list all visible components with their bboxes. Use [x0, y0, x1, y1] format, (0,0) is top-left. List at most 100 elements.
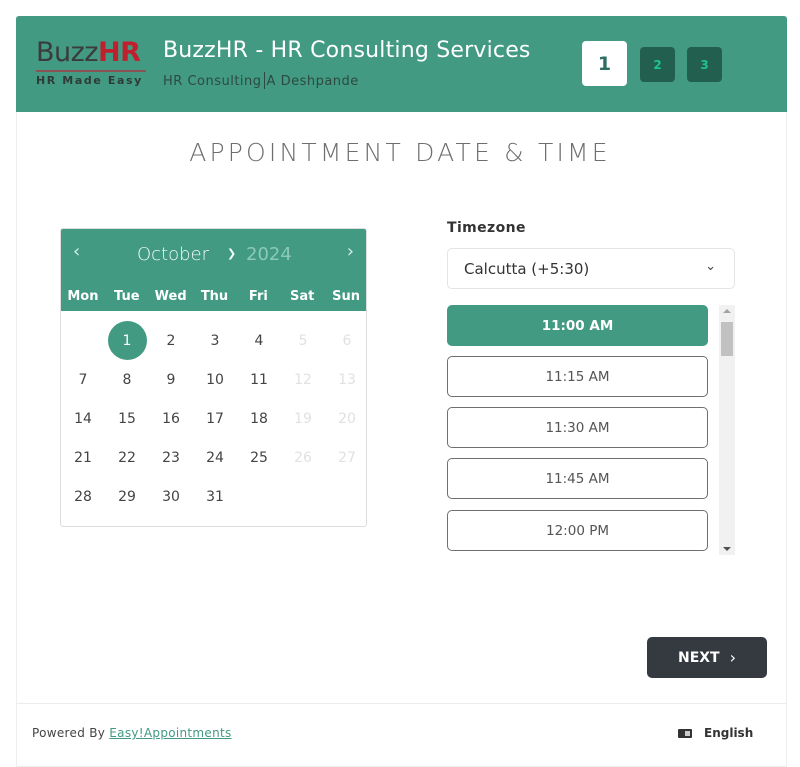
calendar-day-number: 12 [294, 371, 312, 388]
easyappointments-link[interactable]: Easy!Appointments [109, 726, 231, 740]
timezone-value: Calcutta (+5:30) [464, 260, 590, 278]
calendar-day-number: 25 [250, 449, 268, 466]
calendar-day-number: 20 [338, 410, 356, 427]
weekday-label: Fri [248, 289, 268, 304]
step-2[interactable]: 2 [640, 47, 675, 82]
step-1[interactable]: 1 [582, 41, 627, 86]
calendar-day[interactable]: 25 [237, 438, 281, 477]
calendar-day[interactable]: 23 [149, 438, 193, 477]
next-month-icon[interactable]: › [347, 241, 354, 262]
calendar-day-number: 24 [206, 449, 224, 466]
calendar-day[interactable]: 11 [237, 360, 281, 399]
time-slot-list: 11:00 AM 11:15 AM 11:30 AM 11:45 AM 12:0… [447, 305, 735, 555]
timezone-label: Timezone [447, 220, 526, 236]
calendar-day-number: 5 [298, 332, 308, 349]
calendar-day[interactable]: 14 [61, 399, 105, 438]
calendar-day: 26 [281, 438, 325, 477]
calendar-day-number: 18 [250, 410, 268, 427]
calendar-day-number: 7 [78, 371, 88, 388]
calendar-day-number: 11 [250, 371, 268, 388]
calendar-day-number: 4 [254, 332, 264, 349]
month-select[interactable]: October [137, 244, 209, 265]
calendar-day[interactable]: 24 [193, 438, 237, 477]
powered-by: Powered By Easy!Appointments [32, 726, 232, 740]
calendar-day-number: 22 [118, 449, 136, 466]
calendar-day-number: 30 [162, 488, 180, 505]
logo-hr: HR [97, 37, 141, 68]
calendar-day-number: 16 [162, 410, 180, 427]
logo-tagline: HR Made Easy [36, 74, 143, 87]
calendar-day[interactable]: 16 [149, 399, 193, 438]
calendar-day[interactable]: 22 [105, 438, 149, 477]
weekday-label: Mon [67, 289, 99, 304]
time-slot[interactable]: 11:00 AM [447, 305, 708, 346]
calendar-day-number: 17 [206, 410, 224, 427]
chevron-down-icon: ⌄ [705, 259, 716, 274]
calendar-day-number: 19 [294, 410, 312, 427]
subtitle-provider: A Deshpande [266, 74, 359, 89]
language-label: English [704, 726, 754, 740]
weekday-row: Mon Tue Wed Thu Fri Sat Sun [61, 289, 366, 304]
time-slot-scrollbar[interactable] [719, 305, 735, 555]
calendar-day[interactable]: 30 [149, 477, 193, 516]
calendar-day[interactable]: 17 [193, 399, 237, 438]
calendar-day[interactable]: 2 [149, 321, 193, 360]
time-slot[interactable]: 11:30 AM [447, 407, 708, 448]
calendar-day[interactable]: 3 [193, 321, 237, 360]
company-title: BuzzHR - HR Consulting Services [163, 38, 531, 63]
calendar-day-number: 2 [166, 332, 176, 349]
date-picker: ‹ October ❯ 2024 › Mon Tue Wed Thu Fri S… [60, 228, 367, 527]
time-slot[interactable]: 12:00 PM [447, 510, 708, 551]
step-3[interactable]: 3 [687, 47, 722, 82]
time-slot[interactable]: 11:15 AM [447, 356, 708, 397]
weekday-label: Thu [200, 289, 229, 304]
timezone-select[interactable]: Calcutta (+5:30) ⌄ [447, 248, 735, 289]
logo-rule [36, 70, 146, 72]
prev-month-icon[interactable]: ‹ [73, 241, 80, 262]
calendar-day-number: 6 [342, 332, 352, 349]
next-button[interactable]: NEXT › [647, 637, 767, 678]
calendar-day-number: 21 [74, 449, 92, 466]
calendar-day-number: 15 [118, 410, 136, 427]
calendar-day-number: 8 [122, 371, 132, 388]
calendar-day[interactable]: 28 [61, 477, 105, 516]
time-slot[interactable]: 11:45 AM [447, 458, 708, 499]
calendar-empty-cell [61, 321, 105, 360]
calendar-day[interactable]: 15 [105, 399, 149, 438]
calendar-day[interactable]: 4 [237, 321, 281, 360]
calendar-day[interactable]: 9 [149, 360, 193, 399]
calendar-day-number: 14 [74, 410, 92, 427]
year-input[interactable]: 2024 [246, 244, 292, 265]
calendar-day: 5 [281, 321, 325, 360]
calendar-day: 27 [325, 438, 366, 477]
logo-buzz: Buzz [36, 37, 98, 68]
calendar-day[interactable]: 29 [105, 477, 149, 516]
calendar-header: ‹ October ❯ 2024 › Mon Tue Wed Thu Fri S… [61, 229, 366, 311]
calendar-day[interactable]: 8 [105, 360, 149, 399]
calendar-day-number: 29 [118, 488, 136, 505]
calendar-day[interactable]: 7 [61, 360, 105, 399]
calendar-day-number: 27 [338, 449, 356, 466]
calendar-day-selected[interactable]: 1 [105, 321, 149, 360]
company-subtitle: HR Consulting A Deshpande [163, 72, 359, 89]
calendar-day[interactable]: 21 [61, 438, 105, 477]
scrollbar-thumb[interactable] [721, 322, 733, 356]
chevron-down-icon[interactable]: ❯ [227, 247, 236, 260]
scroll-up-arrow-icon[interactable] [723, 309, 731, 313]
chevron-right-icon: › [729, 648, 737, 667]
calendar-day-number: 10 [206, 371, 224, 388]
scroll-down-arrow-icon[interactable] [723, 547, 731, 551]
calendar-day-number: 23 [162, 449, 180, 466]
calendar-day-number: 31 [206, 488, 224, 505]
language-selector[interactable]: English [678, 726, 753, 740]
page-title-text: APPOINTMENT DATE & TIME [189, 138, 611, 167]
calendar-day-number: 26 [294, 449, 312, 466]
calendar-day-number: 13 [338, 371, 356, 388]
calendar-day: 13 [325, 360, 366, 399]
calendar-day[interactable]: 31 [193, 477, 237, 516]
weekday-label: Tue [114, 289, 140, 304]
calendar-day[interactable]: 18 [237, 399, 281, 438]
weekday-label: Sat [290, 289, 315, 304]
calendar-day-number: 28 [74, 488, 92, 505]
calendar-day[interactable]: 10 [193, 360, 237, 399]
